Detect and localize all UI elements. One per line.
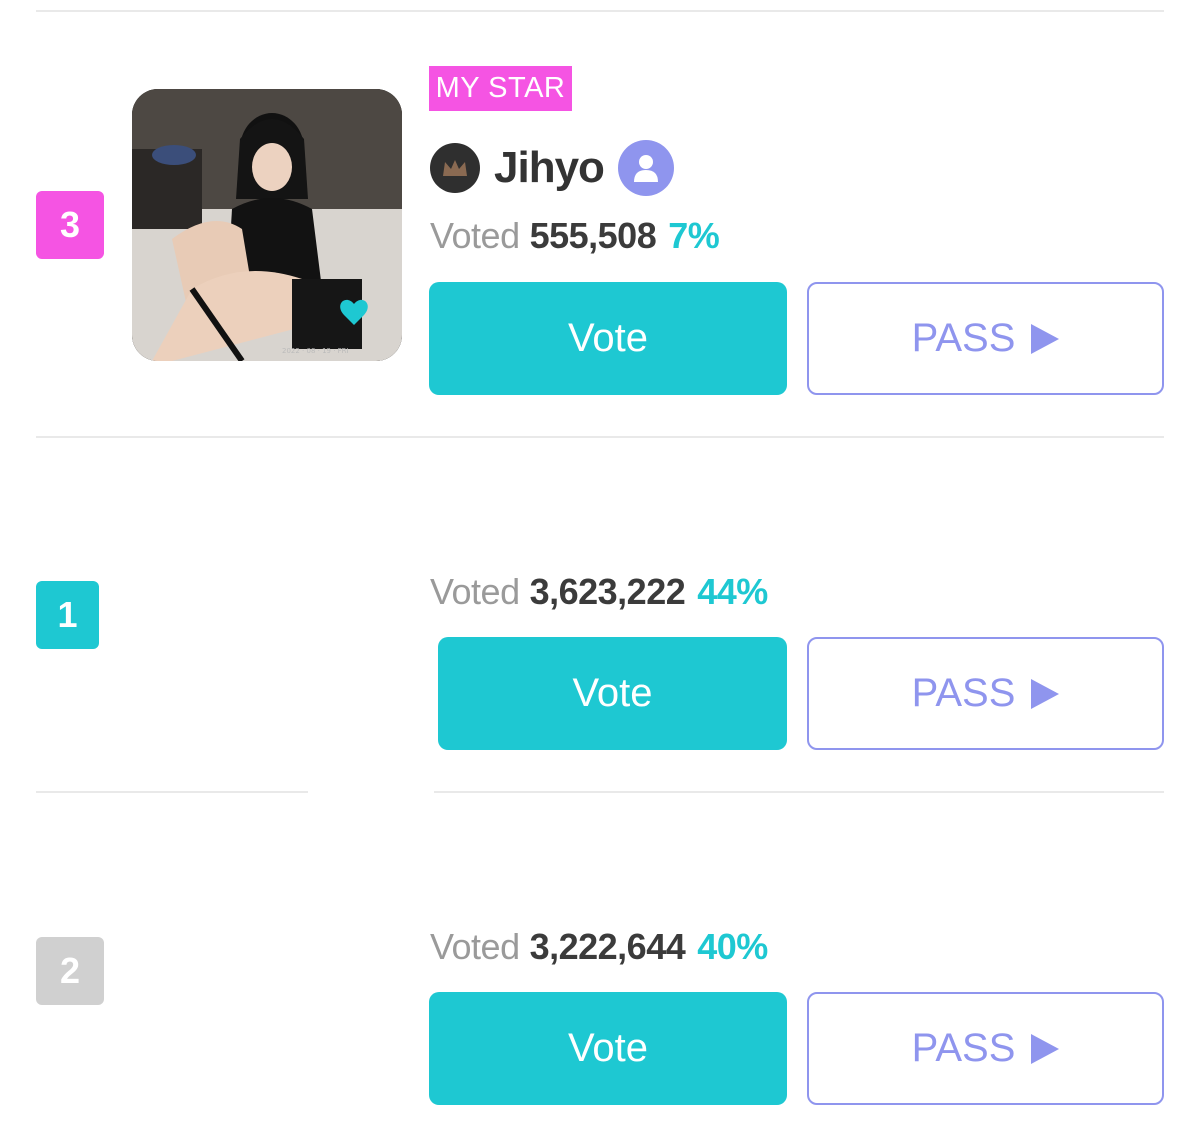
pass-button[interactable]: PASS bbox=[807, 992, 1164, 1105]
star-photo-image: 2022 · 08 · 19 · FRI bbox=[132, 89, 402, 361]
vote-count: Voted 555,508 7% bbox=[430, 215, 720, 257]
vote-button[interactable]: Vote bbox=[429, 282, 787, 395]
vote-number: 3,222,644 bbox=[529, 926, 686, 967]
divider-2b bbox=[434, 791, 1164, 793]
play-icon bbox=[1031, 678, 1060, 709]
divider-top bbox=[36, 10, 1164, 12]
pass-label: PASS bbox=[911, 671, 1016, 715]
voted-label: Voted bbox=[430, 215, 520, 256]
play-icon bbox=[1031, 1033, 1060, 1064]
svg-text:2022 · 08 · 19 · FRI: 2022 · 08 · 19 · FRI bbox=[282, 347, 349, 355]
pass-label: PASS bbox=[911, 316, 1016, 360]
play-icon bbox=[1031, 323, 1060, 354]
star-name: Jihyo bbox=[494, 143, 605, 192]
pass-button[interactable]: PASS bbox=[807, 637, 1164, 750]
vote-number: 3,623,222 bbox=[529, 571, 686, 612]
vote-percent: 7% bbox=[668, 215, 720, 256]
voted-label: Voted bbox=[430, 926, 520, 967]
vote-button[interactable]: Vote bbox=[438, 637, 787, 750]
star-photo[interactable]: 2022 · 08 · 19 · FRI bbox=[132, 89, 402, 361]
rank-badge: 3 bbox=[36, 191, 104, 259]
vote-percent: 40% bbox=[697, 926, 768, 967]
vote-count: Voted 3,222,644 40% bbox=[430, 926, 768, 968]
vote-number: 555,508 bbox=[529, 215, 657, 256]
divider-2a bbox=[36, 791, 308, 793]
vote-button[interactable]: Vote bbox=[429, 992, 787, 1105]
crown-icon bbox=[430, 143, 480, 193]
star-name-row: Jihyo bbox=[430, 138, 674, 198]
pass-button[interactable]: PASS bbox=[807, 282, 1164, 395]
voted-label: Voted bbox=[430, 571, 520, 612]
vote-count: Voted 3,623,222 44% bbox=[430, 571, 768, 613]
divider-1 bbox=[36, 436, 1164, 438]
pass-label: PASS bbox=[911, 1026, 1016, 1070]
rank-badge: 2 bbox=[36, 937, 104, 1005]
profile-icon[interactable] bbox=[617, 140, 674, 196]
vote-percent: 44% bbox=[697, 571, 768, 612]
rank-badge: 1 bbox=[36, 581, 99, 649]
my-star-tag: MY STAR bbox=[429, 66, 572, 111]
